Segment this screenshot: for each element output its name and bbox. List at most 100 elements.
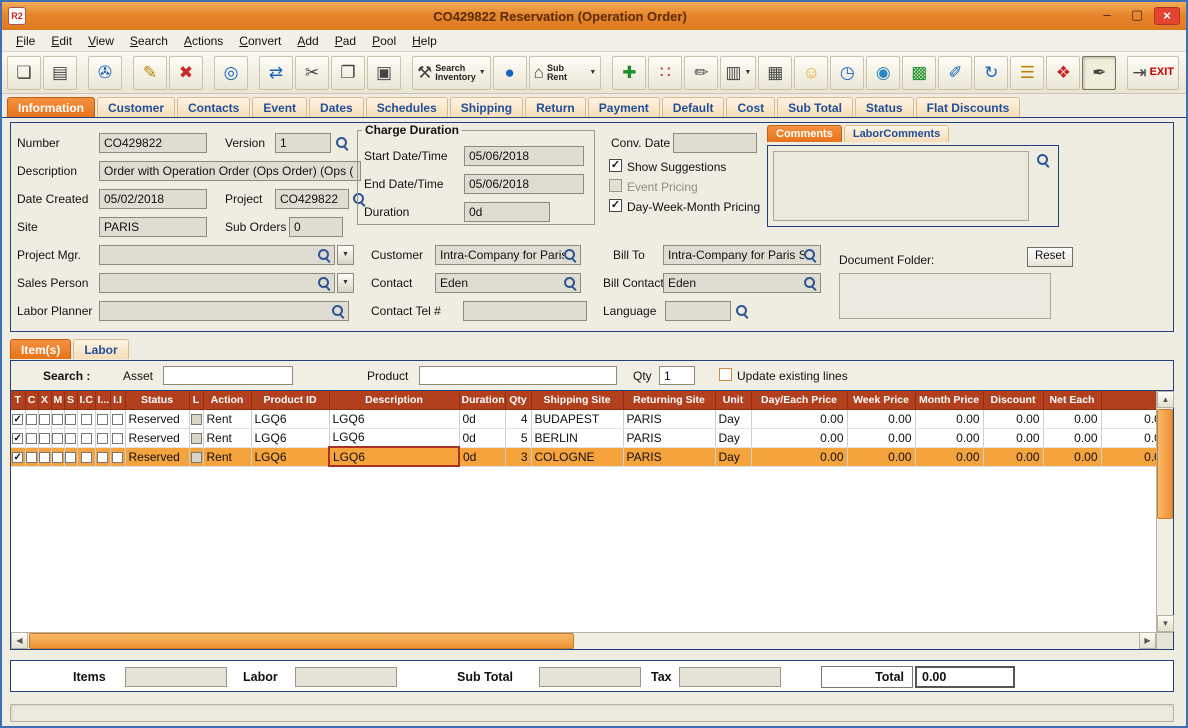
row-checkbox[interactable] <box>65 433 76 444</box>
row-checkbox[interactable]: ✓ <box>12 452 23 463</box>
cell-net-each[interactable]: 0.00 <box>1043 409 1101 428</box>
cell-day-each[interactable]: 0.00 <box>751 409 847 428</box>
cell-checkbox[interactable] <box>51 409 64 428</box>
edit-button[interactable]: ✎ <box>133 56 167 90</box>
project-mgr-dropdown-button[interactable]: ▼ <box>337 245 354 265</box>
cell-returning-site[interactable]: PARIS <box>623 409 715 428</box>
column-header-net-each[interactable]: Net Each <box>1043 391 1101 409</box>
column-header-day-each-price[interactable]: Day/Each Price <box>751 391 847 409</box>
conv-date-field[interactable] <box>673 133 757 153</box>
tax-field[interactable] <box>679 667 781 687</box>
cell-description[interactable]: LGQ6 <box>329 409 459 428</box>
menu-search[interactable]: Search <box>122 32 176 50</box>
cell-checkbox[interactable] <box>77 409 95 428</box>
close-button[interactable]: × <box>1154 7 1180 25</box>
scroll-down-icon[interactable]: ▼ <box>1157 615 1174 632</box>
row-checkbox[interactable] <box>112 414 123 425</box>
contact-tel-field[interactable] <box>463 301 587 321</box>
cell-returning-site[interactable]: PARIS <box>623 428 715 447</box>
row-checkbox[interactable] <box>39 414 50 425</box>
cell-status[interactable]: Reserved <box>125 428 189 447</box>
event-pricing-checkbox[interactable] <box>609 179 622 192</box>
menu-pad[interactable]: Pad <box>327 32 364 50</box>
cell-discount[interactable]: 0.00 <box>983 409 1043 428</box>
cell-checkbox[interactable]: ✓ <box>11 447 25 466</box>
comments-textarea[interactable] <box>773 151 1029 221</box>
row-checkbox[interactable]: ✓ <box>12 414 23 425</box>
asset-search-input[interactable] <box>163 366 293 385</box>
customer-search-icon[interactable] <box>563 248 577 262</box>
cell-checkbox[interactable] <box>110 428 125 447</box>
menu-view[interactable]: View <box>80 32 122 50</box>
cell-month[interactable]: 0.00 <box>915 428 983 447</box>
cut-button[interactable]: ✂ <box>295 56 329 90</box>
cell-duration[interactable]: 0d <box>459 428 505 447</box>
cell-returning-site[interactable]: PARIS <box>623 447 715 466</box>
version-search-icon[interactable] <box>335 136 349 150</box>
subtotal-field[interactable] <box>539 667 641 687</box>
disc-button[interactable]: ◉ <box>866 56 900 90</box>
cell-month[interactable]: 0.00 <box>915 409 983 428</box>
start-date-field[interactable] <box>464 146 584 166</box>
cell-checkbox[interactable] <box>64 447 77 466</box>
tab-customer[interactable]: Customer <box>97 97 175 117</box>
row-checkbox[interactable] <box>81 414 92 425</box>
qty-input[interactable] <box>659 366 695 385</box>
tab-information[interactable]: Information <box>7 97 95 117</box>
bill-contact-field[interactable] <box>663 273 821 293</box>
language-field[interactable] <box>665 301 731 321</box>
cell-product-id[interactable]: LGQ6 <box>251 447 329 466</box>
save-button[interactable]: ✇ <box>88 56 122 90</box>
search-inventory-button[interactable]: ⚒Search Inventory▼ <box>412 56 491 90</box>
project-mgr-field[interactable] <box>99 245 335 265</box>
edit-note-button[interactable]: ✐ <box>938 56 972 90</box>
cell-duration[interactable]: 0d <box>459 409 505 428</box>
column-header-returning-site[interactable]: Returning Site <box>623 391 715 409</box>
row-checkbox[interactable] <box>81 452 92 463</box>
sub-rent-button[interactable]: ⌂Sub Rent▼ <box>529 56 602 90</box>
minimize-button[interactable]: – <box>1094 7 1120 25</box>
project-field[interactable] <box>275 189 349 209</box>
tab-contacts[interactable]: Contacts <box>177 97 250 117</box>
l-checkbox[interactable] <box>191 452 202 463</box>
row-checkbox[interactable] <box>52 452 63 463</box>
cell-unit[interactable]: Day <box>715 428 751 447</box>
cell-checkbox[interactable] <box>25 447 38 466</box>
bill-to-field[interactable] <box>663 245 821 265</box>
row-checkbox[interactable] <box>52 433 63 444</box>
row-checkbox[interactable] <box>39 433 50 444</box>
cell-checkbox[interactable] <box>38 447 51 466</box>
menu-edit[interactable]: Edit <box>43 32 80 50</box>
column-header-l[interactable]: L <box>189 391 203 409</box>
device-button[interactable]: ▦ <box>758 56 792 90</box>
cell-checkbox[interactable] <box>95 428 110 447</box>
row-checkbox[interactable] <box>81 433 92 444</box>
version-field[interactable] <box>275 133 331 153</box>
project-mgr-search-icon[interactable] <box>317 248 331 262</box>
dwm-pricing-checkbox[interactable]: ✓ <box>609 199 622 212</box>
cell-status[interactable]: Reserved <box>125 409 189 428</box>
cell-unit[interactable]: Day <box>715 409 751 428</box>
menu-help[interactable]: Help <box>404 32 445 50</box>
column-header-i[interactable]: I... <box>95 391 110 409</box>
tab-default[interactable]: Default <box>662 97 725 117</box>
cell-shipping-site[interactable]: COLOGNE <box>531 447 623 466</box>
labor-planner-search-icon[interactable] <box>331 304 345 318</box>
cell-shipping-site[interactable]: BUDAPEST <box>531 409 623 428</box>
tab-status[interactable]: Status <box>855 97 914 117</box>
total-value-field[interactable]: 0.00 <box>915 666 1015 688</box>
contact-search-icon[interactable] <box>563 276 577 290</box>
cell-week[interactable]: 0.00 <box>847 447 915 466</box>
delete-button[interactable]: ✖ <box>169 56 203 90</box>
bill-contact-search-icon[interactable] <box>803 276 817 290</box>
row-checkbox[interactable] <box>39 452 50 463</box>
objects-button[interactable]: ❖ <box>1046 56 1080 90</box>
tab-shipping[interactable]: Shipping <box>450 97 523 117</box>
cell-discount[interactable]: 0.00 <box>983 447 1043 466</box>
menu-add[interactable]: Add <box>289 32 326 50</box>
cell-checkbox[interactable] <box>64 409 77 428</box>
row-checkbox[interactable] <box>97 452 108 463</box>
date-created-field[interactable] <box>99 189 207 209</box>
menu-actions[interactable]: Actions <box>176 32 231 50</box>
cell-checkbox[interactable] <box>110 409 125 428</box>
